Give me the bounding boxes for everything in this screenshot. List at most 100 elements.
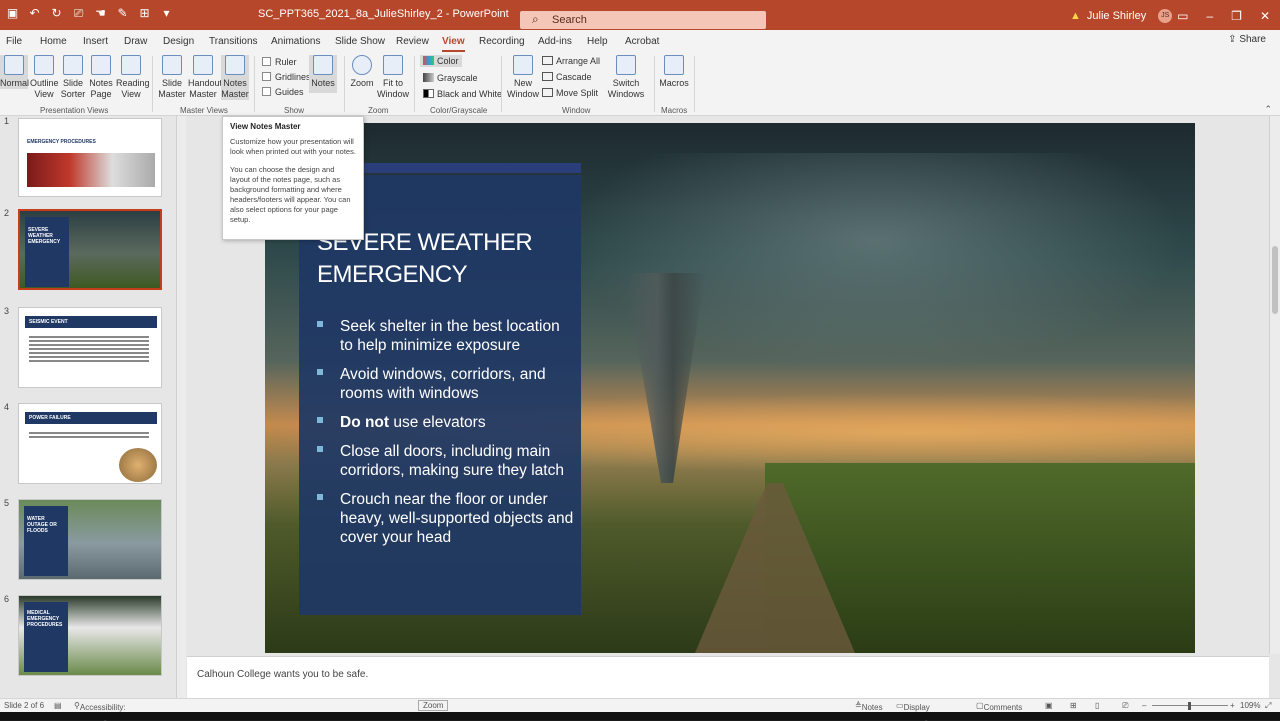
- scrollbar-thumb[interactable]: [1272, 246, 1278, 314]
- macros-button[interactable]: Macros: [659, 55, 689, 89]
- zoom-status-label[interactable]: Zoom: [418, 700, 449, 711]
- maximize-icon[interactable]: ❐: [1231, 9, 1242, 23]
- move-split-button[interactable]: Move Split: [542, 88, 598, 98]
- slide-master-label: Slide Master: [158, 78, 186, 99]
- save-icon[interactable]: ▣: [6, 7, 19, 20]
- slide-thumbnail-5[interactable]: WATER OUTAGE OR FLOODS: [18, 499, 162, 580]
- bullet-list[interactable]: Seek shelter in the best location to hel…: [317, 317, 575, 557]
- cascade-icon: [542, 72, 553, 81]
- tab-review[interactable]: Review: [396, 36, 429, 47]
- zoom-percent[interactable]: 109%: [1240, 701, 1260, 710]
- close-icon[interactable]: ✕: [1260, 9, 1270, 23]
- zoom-in-icon[interactable]: +: [1230, 701, 1235, 710]
- slide-thumbnail-1[interactable]: EMERGENCY PROCEDURES: [18, 118, 162, 197]
- notes-text[interactable]: Calhoun College wants you to be safe.: [197, 669, 368, 680]
- zoom-button[interactable]: Zoom: [350, 55, 374, 89]
- slide-thumbnail-2[interactable]: SEVERE WEATHER EMERGENCY: [18, 209, 162, 290]
- outline-view-button[interactable]: Outline View: [30, 55, 59, 100]
- fit-to-window-button[interactable]: Fit to Window: [377, 55, 409, 100]
- slide-sorter-label: Slide Sorter: [60, 78, 86, 99]
- thumbnail-scrollbar[interactable]: [176, 116, 186, 698]
- ruler-checkbox[interactable]: Ruler: [262, 57, 297, 67]
- reading-view-status-icon[interactable]: ▯: [1095, 701, 1099, 710]
- tab-help[interactable]: Help: [587, 36, 608, 47]
- touch-mode-icon[interactable]: ☚: [94, 7, 107, 20]
- thumbnail-title: POWER FAILURE: [29, 415, 71, 421]
- thumbnail-number: 5: [4, 498, 10, 508]
- slide-thumbnail-6[interactable]: MEDICAL EMERGENCY PROCEDURES: [18, 595, 162, 676]
- slide-sorter-button[interactable]: Slide Sorter: [60, 55, 86, 100]
- notes-page-button[interactable]: Notes Page: [88, 55, 114, 100]
- notes-master-button[interactable]: Notes Master: [221, 55, 249, 100]
- new-window-button[interactable]: New Window: [506, 55, 540, 100]
- slide-sorter-status-icon[interactable]: ⊞: [1070, 701, 1077, 710]
- new-slide-icon[interactable]: ⊞: [138, 7, 151, 20]
- tab-transitions[interactable]: Transitions: [209, 36, 258, 47]
- cascade-button[interactable]: Cascade: [542, 72, 592, 82]
- format-painter-icon[interactable]: ✎: [116, 7, 129, 20]
- fit-slide-icon[interactable]: ⤢: [1265, 701, 1271, 711]
- grayscale-label: Grayscale: [437, 73, 478, 83]
- notes-status-button[interactable]: ≜ Notes: [855, 701, 883, 712]
- share-button[interactable]: ⇪ Share: [1228, 34, 1266, 45]
- thumbnail-title: EMERGENCY PROCEDURES: [27, 139, 96, 145]
- display-settings-button[interactable]: ▭ Display Settings: [896, 701, 932, 721]
- notes-pane[interactable]: Calhoun College wants you to be safe.: [187, 656, 1269, 698]
- switch-windows-icon: [616, 55, 636, 75]
- normal-view-button[interactable]: Normal: [0, 55, 29, 89]
- thumbnail-number: 6: [4, 594, 10, 604]
- undo-icon[interactable]: ↶: [28, 7, 41, 20]
- present-icon[interactable]: ⎚: [72, 7, 85, 20]
- thumbnail-number: 4: [4, 402, 10, 412]
- switch-windows-button[interactable]: Switch Windows: [604, 55, 648, 100]
- tab-view[interactable]: View: [442, 36, 465, 52]
- tab-design[interactable]: Design: [163, 36, 194, 47]
- arrange-all-button[interactable]: Arrange All: [542, 56, 600, 66]
- search-box[interactable]: ⌕ Search: [520, 11, 766, 29]
- guides-checkbox[interactable]: Guides: [262, 87, 304, 97]
- tab-recording[interactable]: Recording: [479, 36, 525, 47]
- slide-scrollbar[interactable]: [1269, 116, 1280, 654]
- slide-master-button[interactable]: Slide Master: [158, 55, 186, 100]
- tab-insert[interactable]: Insert: [83, 36, 108, 47]
- tab-acrobat[interactable]: Acrobat: [625, 36, 659, 47]
- comments-label: Comments: [983, 703, 1023, 712]
- customize-qat-icon[interactable]: ▾: [160, 7, 173, 20]
- group-label-presentation-views: Presentation Views: [40, 106, 109, 115]
- grayscale-button[interactable]: Grayscale: [423, 73, 478, 83]
- minimize-icon[interactable]: –: [1206, 9, 1213, 23]
- content-panel[interactable]: SEVERE WEATHER EMERGENCY Seek shelter in…: [299, 175, 581, 615]
- current-slide[interactable]: SEVERE WEATHER EMERGENCY Seek shelter in…: [265, 123, 1195, 653]
- divider: [654, 56, 655, 112]
- black-and-white-button[interactable]: Black and White: [423, 89, 502, 99]
- accessibility-status[interactable]: ⚲ Accessibility: Investigate: [74, 701, 126, 721]
- slide-thumbnail-4[interactable]: POWER FAILURE: [18, 403, 162, 484]
- tab-add-ins[interactable]: Add-ins: [538, 36, 572, 47]
- comments-button[interactable]: ▢ Comments: [976, 701, 1022, 712]
- tab-home[interactable]: Home: [40, 36, 67, 47]
- tab-file[interactable]: File: [6, 36, 22, 47]
- ruler-label: Ruler: [275, 57, 297, 67]
- zoom-slider-thumb[interactable]: [1188, 702, 1191, 710]
- ribbon-display-icon[interactable]: ▭: [1177, 9, 1188, 23]
- handout-master-button[interactable]: Handout Master: [188, 55, 222, 100]
- color-button[interactable]: Color: [420, 55, 462, 67]
- avatar[interactable]: JS: [1158, 9, 1173, 23]
- tab-draw[interactable]: Draw: [124, 36, 147, 47]
- user-account[interactable]: ▲ Julie Shirley JS: [1070, 9, 1173, 23]
- collapse-ribbon-icon[interactable]: ⌃: [1264, 104, 1272, 115]
- tab-animations[interactable]: Animations: [271, 36, 320, 47]
- fit-window-icon: [383, 55, 403, 75]
- normal-view-status-icon[interactable]: ▣: [1045, 701, 1053, 710]
- slideshow-status-icon[interactable]: ⎚: [1122, 701, 1128, 711]
- tab-slide-show[interactable]: Slide Show: [335, 36, 385, 47]
- ribbon-tabs: File Home Insert Draw Design Transitions…: [0, 30, 1280, 52]
- spelling-icon[interactable]: ▤: [54, 701, 62, 710]
- zoom-out-icon[interactable]: –: [1142, 701, 1146, 710]
- reading-view-button[interactable]: Reading View: [116, 55, 150, 100]
- redo-icon[interactable]: ↻: [50, 7, 63, 20]
- notes-toggle-button[interactable]: Notes: [309, 55, 337, 93]
- slide-thumbnail-3[interactable]: SEISMIC EVENT: [18, 307, 162, 388]
- gridlines-checkbox[interactable]: Gridlines: [262, 72, 311, 82]
- slide-thumbnail-pane: 1 EMERGENCY PROCEDURES 2 SEVERE WEATHER …: [0, 116, 176, 698]
